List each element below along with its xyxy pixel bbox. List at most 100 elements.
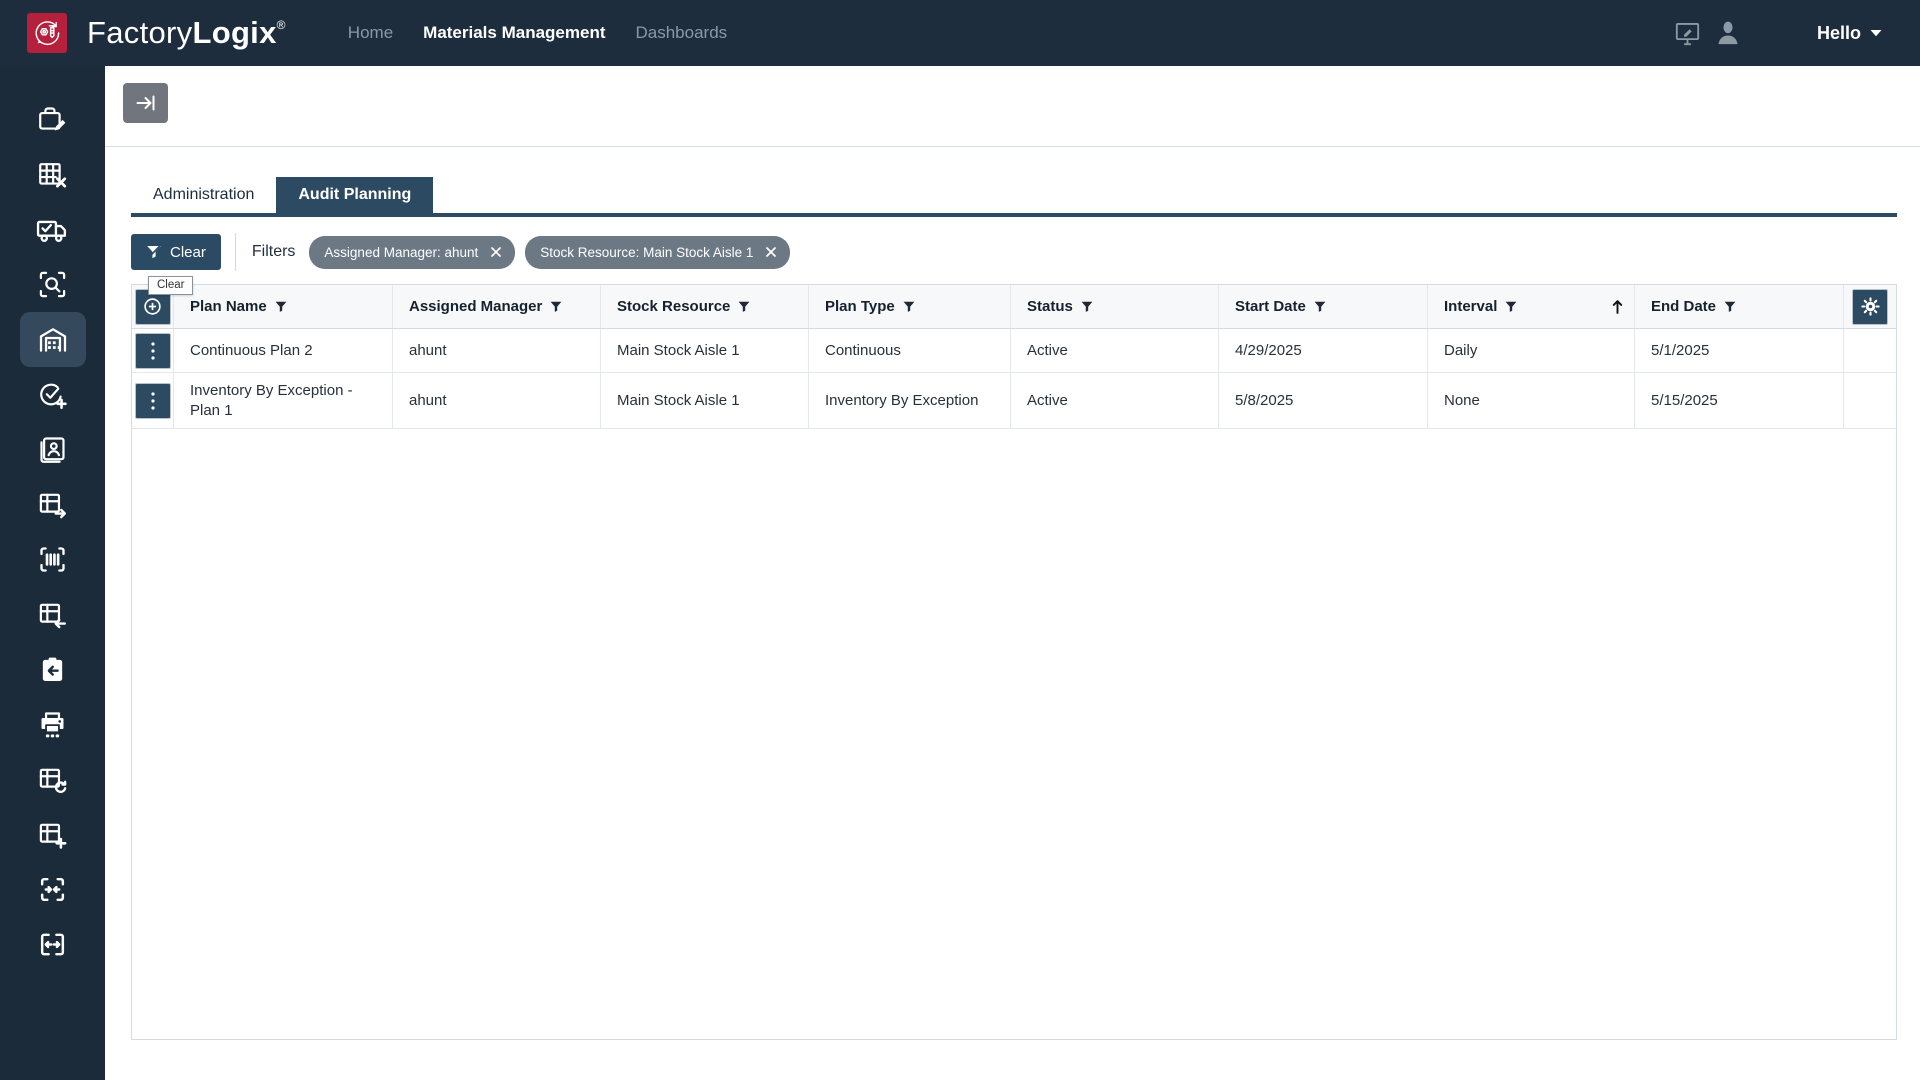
filter-bar: Clear Filters Assigned Manager: ahunt St… (131, 234, 1897, 270)
nav-materials-management[interactable]: Materials Management (423, 23, 605, 43)
main-area: Administration Audit Planning Clear Filt… (105, 66, 1920, 1080)
column-header-plan-type[interactable]: Plan Type (809, 285, 1011, 328)
factorylogix-logo-icon (27, 13, 67, 53)
column-header-end-date[interactable]: End Date (1635, 285, 1844, 328)
row-menu-button[interactable] (135, 333, 171, 369)
brand-factory: Factory (87, 15, 192, 50)
expand-horizontal-icon (37, 929, 68, 960)
user-icon[interactable] (1711, 16, 1745, 50)
filter-funnel-icon[interactable] (550, 301, 562, 313)
collapse-panel-button[interactable] (123, 83, 168, 123)
cell-settings-spacer (1844, 329, 1896, 372)
screen-edit-icon[interactable] (1671, 16, 1705, 50)
table-import-icon (37, 599, 68, 630)
filter-funnel-icon[interactable] (1724, 301, 1736, 313)
clipboard-return-icon (38, 655, 67, 684)
close-icon[interactable] (765, 246, 777, 258)
sidebar-item-work-orders[interactable] (20, 92, 86, 147)
sidebar-item-warehouse[interactable] (20, 312, 86, 367)
sort-ascending-icon (1611, 299, 1624, 314)
cell-end-date: 5/15/2025 (1635, 373, 1844, 428)
contact-card-icon (37, 434, 68, 465)
filter-funnel-icon[interactable] (1314, 301, 1326, 313)
sidebar-item-issue-material[interactable] (20, 477, 86, 532)
tab-administration[interactable]: Administration (131, 177, 276, 213)
sidebar-item-scan[interactable] (20, 532, 86, 587)
filter-chip-assigned-manager[interactable]: Assigned Manager: ahunt (309, 236, 515, 269)
table-row[interactable]: Continuous Plan 2 ahunt Main Stock Aisle… (132, 329, 1896, 373)
search-scan-icon (37, 269, 68, 300)
filter-funnel-icon[interactable] (1505, 301, 1517, 313)
tab-audit-planning[interactable]: Audit Planning (276, 177, 433, 213)
content-area: Administration Audit Planning Clear Filt… (105, 177, 1897, 1040)
filter-funnel-icon[interactable] (275, 301, 287, 313)
clear-tooltip: Clear (148, 276, 193, 295)
column-header-status[interactable]: Status (1011, 285, 1219, 328)
column-header-stock-resource[interactable]: Stock Resource (601, 285, 809, 328)
column-label: Interval (1444, 298, 1497, 315)
cell-assigned-manager: ahunt (393, 329, 601, 372)
sidebar-item-returns[interactable] (20, 642, 86, 697)
sidebar-item-lookup[interactable] (20, 257, 86, 312)
gear-icon (1860, 296, 1881, 317)
row-menu-button[interactable] (135, 383, 171, 419)
grid-settings-button[interactable] (1852, 289, 1888, 325)
column-label: Status (1027, 298, 1073, 315)
user-menu[interactable]: Hello (1817, 23, 1882, 44)
column-header-plan-name[interactable]: Plan Name (174, 285, 393, 328)
row-actions-cell (132, 373, 174, 428)
sidebar-item-cycle-count[interactable] (20, 752, 86, 807)
cell-plan-type: Inventory By Exception (809, 373, 1011, 428)
primary-nav: Home Materials Management Dashboards (348, 23, 727, 43)
audit-plans-grid: Plan Name Assigned Manager Stock Resourc… (131, 284, 1897, 1040)
clear-filters-button[interactable]: Clear (131, 234, 221, 270)
brand-logix: Logix (192, 15, 276, 50)
arrow-to-bar-icon (134, 91, 158, 115)
column-label: Stock Resource (617, 298, 730, 315)
column-label: End Date (1651, 298, 1716, 315)
row-actions-cell (132, 329, 174, 372)
truck-check-icon (36, 213, 69, 246)
filters-label: Filters (252, 243, 296, 261)
filter-funnel-icon[interactable] (1081, 301, 1093, 313)
chip-label: Assigned Manager: ahunt (324, 245, 478, 260)
sidebar-item-transfer[interactable] (20, 917, 86, 972)
user-greeting: Hello (1817, 23, 1861, 44)
table-remove-icon (37, 159, 68, 190)
sidebar-item-remove-table[interactable] (20, 147, 86, 202)
brand-wordmark: FactoryLogix® (87, 15, 286, 51)
check-circle-plus-icon (37, 379, 68, 410)
nav-home[interactable]: Home (348, 23, 393, 43)
column-header-start-date[interactable]: Start Date (1219, 285, 1428, 328)
filter-off-icon (146, 244, 162, 260)
sidebar-item-receive-material[interactable] (20, 587, 86, 642)
filter-funnel-icon[interactable] (738, 301, 750, 313)
sidebar-item-contacts[interactable] (20, 422, 86, 477)
filter-funnel-icon[interactable] (903, 301, 915, 313)
cell-plan-name: Continuous Plan 2 (174, 329, 393, 372)
column-label: Start Date (1235, 298, 1306, 315)
close-icon[interactable] (490, 246, 502, 258)
sidebar-item-print[interactable] (20, 697, 86, 752)
grid-empty-area (132, 429, 1896, 1039)
filter-chip-stock-resource[interactable]: Stock Resource: Main Stock Aisle 1 (525, 236, 790, 269)
column-label: Plan Type (825, 298, 895, 315)
sidebar-item-consolidate[interactable] (20, 862, 86, 917)
navbar-right: Hello (1671, 16, 1882, 50)
clear-button-label: Clear (170, 244, 206, 261)
filter-divider (235, 233, 236, 271)
column-header-assigned-manager[interactable]: Assigned Manager (393, 285, 601, 328)
chip-label: Stock Resource: Main Stock Aisle 1 (540, 245, 753, 260)
nav-dashboards[interactable]: Dashboards (636, 23, 728, 43)
vertical-ellipsis-icon (150, 391, 156, 411)
sidebar-item-audit[interactable] (20, 367, 86, 422)
table-add-icon (37, 819, 68, 850)
sidebar-item-add-stock[interactable] (20, 807, 86, 862)
briefcase-edit-icon (37, 104, 68, 135)
table-refresh-icon (37, 764, 68, 795)
table-row[interactable]: Inventory By Exception - Plan 1 ahunt Ma… (132, 373, 1896, 429)
column-header-interval[interactable]: Interval (1428, 285, 1635, 328)
circle-plus-icon (142, 296, 163, 317)
sidebar-item-shipping[interactable] (20, 202, 86, 257)
vertical-ellipsis-icon (150, 341, 156, 361)
